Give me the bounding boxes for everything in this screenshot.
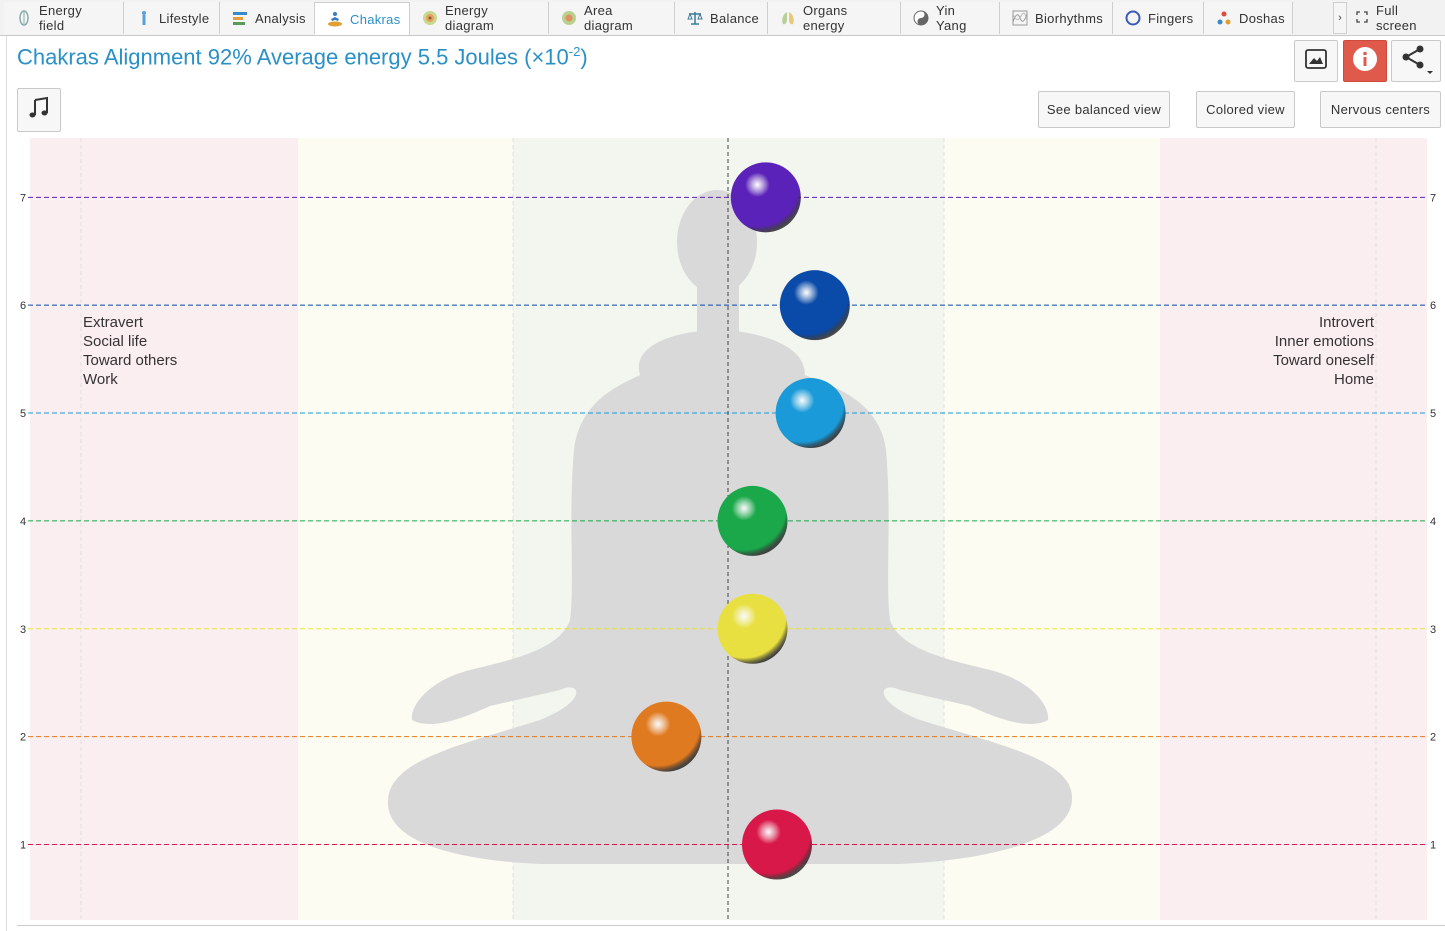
y-tick-label-right: 6	[1430, 300, 1436, 312]
left-side-text: Extravert Social life Toward others Work	[83, 313, 177, 389]
y-tick-label-left: 3	[20, 624, 26, 636]
zone-left-outer	[30, 138, 298, 920]
chakra-sphere-level-1	[742, 809, 812, 880]
y-tick-label-left: 7	[20, 192, 26, 204]
right-text-line: Inner emotions	[1274, 333, 1374, 350]
bottom-divider	[17, 925, 1445, 926]
y-tick-label-right: 4	[1430, 516, 1436, 528]
left-text-line: Extravert	[83, 314, 144, 331]
y-tick-label-left: 2	[20, 732, 26, 744]
right-text-line: Toward oneself	[1273, 352, 1374, 369]
chakra-sphere-level-2	[631, 701, 702, 772]
y-tick-label-right: 5	[1430, 408, 1436, 420]
chakras-chart: 1 1 2 2 3 3 4 4 5 5 6 6 7 7	[20, 138, 1436, 920]
y-tick-label-left: 1	[20, 839, 26, 851]
chakra-sphere-level-3	[717, 593, 788, 664]
chakra-sphere-level-4	[717, 485, 788, 556]
y-tick-label-left: 6	[20, 300, 26, 312]
right-side-text: Introvert Inner emotions Toward oneself …	[1273, 313, 1374, 389]
left-text-line: Social life	[83, 333, 148, 350]
y-tick-label-right: 3	[1430, 624, 1436, 636]
zone-right-outer	[1160, 138, 1427, 920]
right-text-line: Introvert	[1318, 314, 1374, 331]
left-text-line: Work	[83, 371, 118, 388]
y-tick-label-left: 4	[20, 516, 26, 528]
y-tick-label-right: 2	[1430, 732, 1436, 744]
y-tick-label-left: 5	[20, 408, 26, 420]
y-tick-label-right: 1	[1430, 839, 1436, 851]
chakra-sphere-level-6	[779, 270, 850, 341]
left-text-line: Toward others	[83, 352, 178, 369]
chakra-sphere-level-7	[730, 162, 801, 233]
chakra-sphere-level-5	[775, 378, 846, 449]
y-tick-label-right: 7	[1430, 192, 1436, 204]
right-text-line: Home	[1333, 371, 1374, 388]
